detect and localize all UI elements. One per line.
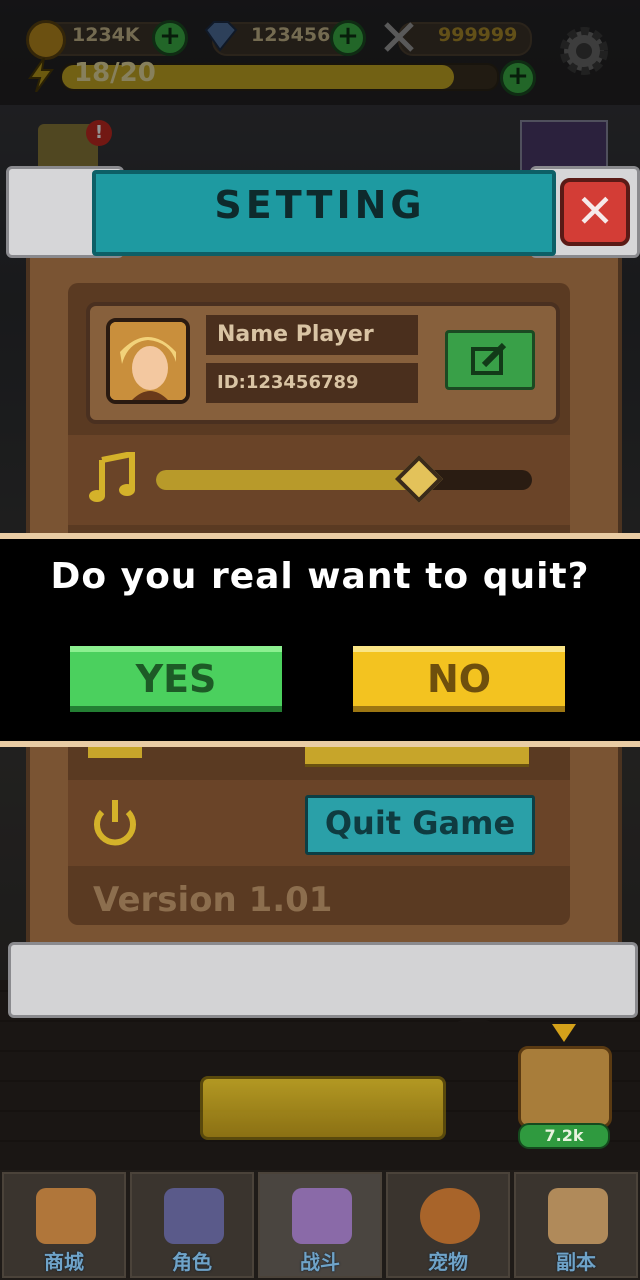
quit-game-button[interactable]: Quit Game xyxy=(305,795,535,855)
nav-label-hero: 角色 xyxy=(172,1250,212,1274)
pet-collar-icon xyxy=(420,1188,480,1244)
arrow-down-icon xyxy=(552,1024,576,1042)
nav-item-pet[interactable]: 宠物 xyxy=(386,1172,510,1278)
nav-item-dungeon[interactable]: 副本 xyxy=(514,1172,638,1278)
nav-item-shop[interactable]: 商城 xyxy=(2,1172,126,1278)
floor-hole xyxy=(455,1018,493,1034)
close-button[interactable]: ✕ xyxy=(560,178,630,246)
nav-label-battle: 战斗 xyxy=(300,1250,340,1274)
battle-shield-icon xyxy=(292,1188,352,1244)
music-note-icon xyxy=(89,452,135,502)
setting-button-partial[interactable] xyxy=(305,744,529,767)
treasure-chest-icon[interactable] xyxy=(518,1046,612,1128)
version-label: Version 1.01 xyxy=(93,880,333,920)
no-button[interactable]: NO xyxy=(353,646,565,712)
nav-item-hero[interactable]: 角色 xyxy=(130,1172,254,1278)
hero-helmet-icon xyxy=(164,1188,224,1244)
shop-icon xyxy=(36,1188,96,1244)
battle-button[interactable] xyxy=(200,1076,446,1140)
yes-button[interactable]: YES xyxy=(70,646,282,712)
edit-pencil-icon xyxy=(471,342,507,375)
power-icon xyxy=(94,800,136,846)
music-volume-fill xyxy=(156,470,419,490)
music-volume-slider[interactable] xyxy=(156,470,532,490)
settings-title: SETTING xyxy=(214,183,426,227)
avatar[interactable] xyxy=(106,318,190,404)
quit-confirm-question: Do you real want to quit? xyxy=(50,556,590,597)
player-portrait-icon xyxy=(110,322,186,400)
chest-value-badge: 7.2k xyxy=(518,1123,610,1149)
nav-label-dungeon: 副本 xyxy=(556,1250,596,1274)
player-name: Name Player xyxy=(217,322,374,347)
panel-stone-bottom xyxy=(8,942,638,1018)
nav-label-pet: 宠物 xyxy=(428,1250,468,1274)
nav-item-battle[interactable]: 战斗 xyxy=(258,1172,382,1278)
edit-name-button[interactable] xyxy=(445,330,535,390)
player-id: ID:123456789 xyxy=(217,372,359,393)
dungeon-map-icon xyxy=(548,1188,608,1244)
nav-label-shop: 商城 xyxy=(44,1250,84,1274)
